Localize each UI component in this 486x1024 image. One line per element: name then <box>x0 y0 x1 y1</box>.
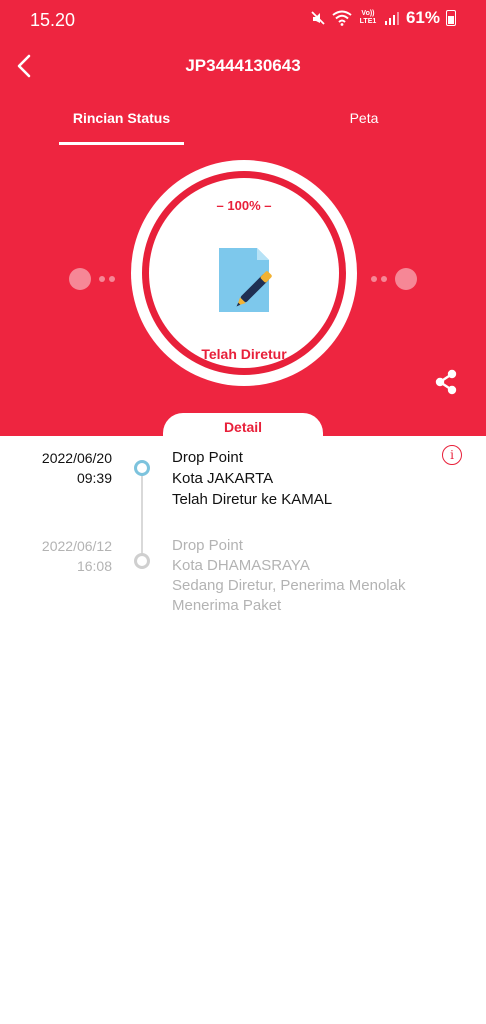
tab-rincian-status[interactable]: Rincian Status <box>59 110 184 126</box>
page-title: JP3444130643 <box>185 56 301 75</box>
carousel-dot-left-small <box>109 276 115 282</box>
timeline-line: Drop Point <box>172 537 243 554</box>
active-tab-indicator <box>59 142 184 145</box>
timeline-line: Drop Point <box>172 449 243 466</box>
timeline-line: Telah Diretur ke KAMAL <box>172 491 333 508</box>
progress-percent: – 100% – <box>216 198 272 213</box>
timeline-date: 2022/06/20 <box>41 450 112 466</box>
carousel-dot-left-small <box>99 276 105 282</box>
battery-percent: 61% <box>405 8 440 27</box>
network-label: Vo)) LTE1 <box>359 10 377 25</box>
timeline-description: Drop Point Kota DHAMASRAYA Sedang Diretu… <box>172 536 405 616</box>
timeline-date: 2022/06/12 <box>41 538 112 554</box>
timeline-dot-active <box>134 460 150 476</box>
carousel-dot-left-large <box>69 268 91 290</box>
battery-icon <box>446 10 456 26</box>
status-time: 15.20 <box>30 10 76 30</box>
timeline-connector <box>141 472 143 556</box>
tab-peta[interactable]: Peta <box>304 110 424 126</box>
signal-icon <box>384 12 399 25</box>
timeline-line: Menerima Paket <box>172 597 282 614</box>
status-bar: 15.20 Vo)) LTE1 61% <box>0 0 486 40</box>
carousel-dot-right-small <box>381 276 387 282</box>
timeline-datetime: 2022/06/12 16:08 <box>20 536 112 576</box>
status-label: Telah Diretur <box>201 346 287 362</box>
share-icon[interactable] <box>432 368 460 396</box>
info-icon[interactable]: i <box>442 445 462 465</box>
timeline-time: 09:39 <box>76 470 112 486</box>
detail-tab-label: Detail <box>223 419 263 435</box>
timeline-time: 16:08 <box>76 558 112 574</box>
timeline-line: Kota JAKARTA <box>172 470 274 487</box>
status-icons: Vo)) LTE1 61% <box>310 8 456 28</box>
timeline-dot-inactive <box>134 553 150 569</box>
carousel-dot-right-large <box>395 268 417 290</box>
mute-icon <box>311 11 325 25</box>
timeline-datetime: 2022/06/20 09:39 <box>20 448 112 488</box>
carousel-dot-right-small <box>371 276 377 282</box>
wifi-icon <box>332 10 352 26</box>
document-signature-icon <box>219 248 272 312</box>
timeline-description: Drop Point Kota JAKARTA Telah Diretur ke… <box>172 448 332 510</box>
timeline-line: Sedang Diretur, Penerima Menolak <box>172 577 406 594</box>
timeline-line: Kota DHAMASRAYA <box>172 557 310 574</box>
